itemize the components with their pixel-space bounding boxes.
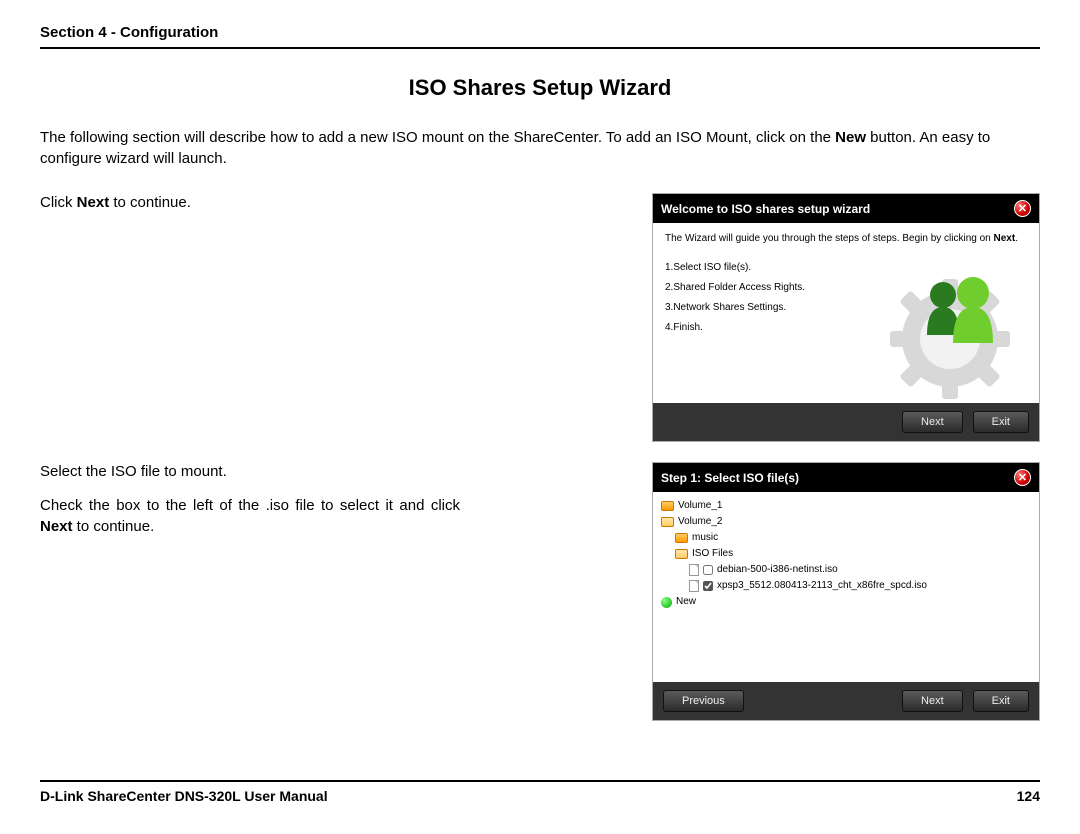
exit-button[interactable]: Exit xyxy=(973,690,1029,712)
page-title: ISO Shares Setup Wizard xyxy=(40,75,1040,101)
tree-item-label: debian-500-i386-netinst.iso xyxy=(717,562,838,578)
tree-item-label: Volume_1 xyxy=(678,498,722,514)
previous-button[interactable]: Previous xyxy=(663,690,744,712)
wizard-title: Step 1: Select ISO file(s) xyxy=(661,471,799,485)
step-block-1: Click Next to continue. Welcome to ISO s… xyxy=(40,193,1040,442)
tree-item-label: music xyxy=(692,530,718,546)
file-icon xyxy=(689,580,699,592)
close-icon[interactable]: ✕ xyxy=(1014,469,1031,486)
tree-item[interactable]: music xyxy=(661,530,1031,546)
wizard-title: Welcome to ISO shares setup wizard xyxy=(661,202,870,216)
tree-item[interactable]: New xyxy=(661,594,1031,610)
tree-item[interactable]: Volume_2 xyxy=(661,514,1031,530)
wizard-select-iso-dialog: Step 1: Select ISO file(s) ✕ Volume_1Vol… xyxy=(652,462,1040,721)
next-button[interactable]: Next xyxy=(902,690,963,712)
wizard-footer: Next Exit xyxy=(653,403,1039,441)
folder-icon xyxy=(675,533,688,543)
tree-item[interactable]: xpsp3_5512.080413-2113_cht_x86fre_spcd.i… xyxy=(661,578,1031,594)
file-tree: Volume_1Volume_2musicISO Filesdebian-500… xyxy=(653,492,1039,682)
tree-item[interactable]: ISO Files xyxy=(661,546,1031,562)
intro-paragraph: The following section will describe how … xyxy=(40,127,1040,169)
instruction-check-box: Check the box to the left of the .iso fi… xyxy=(40,496,460,537)
folder-icon xyxy=(661,501,674,511)
close-icon[interactable]: ✕ xyxy=(1014,200,1031,217)
gear-people-icon xyxy=(875,259,1025,399)
intro-text-prefix: The following section will describe how … xyxy=(40,129,835,146)
exit-button[interactable]: Exit xyxy=(973,411,1029,433)
wizard-welcome-dialog: Welcome to ISO shares setup wizard ✕ The… xyxy=(652,193,1040,442)
tree-item-label: ISO Files xyxy=(692,546,733,562)
tree-item-label: Volume_2 xyxy=(678,514,722,530)
iso-checkbox[interactable] xyxy=(703,565,713,575)
new-icon xyxy=(661,597,672,608)
tree-item-label: xpsp3_5512.080413-2113_cht_x86fre_spcd.i… xyxy=(717,578,927,594)
tree-item[interactable]: debian-500-i386-netinst.iso xyxy=(661,562,1031,578)
tree-item-label: New xyxy=(676,594,696,610)
page-number: 124 xyxy=(1017,788,1040,804)
step-block-2: Select the ISO file to mount. Check the … xyxy=(40,462,1040,721)
iso-checkbox[interactable] xyxy=(703,581,713,591)
folder-open-icon xyxy=(661,517,674,527)
wizard-header: Welcome to ISO shares setup wizard ✕ xyxy=(653,194,1039,223)
instruction-select-iso: Select the ISO file to mount. xyxy=(40,462,460,482)
wizard-footer: Previous Next Exit xyxy=(653,682,1039,720)
file-icon xyxy=(689,564,699,576)
wizard-intro-text: The Wizard will guide you through the st… xyxy=(665,233,1027,244)
folder-open-icon xyxy=(675,549,688,559)
manual-title: D-Link ShareCenter DNS-320L User Manual xyxy=(40,788,328,804)
instruction-click-next: Click Next to continue. xyxy=(40,193,460,213)
next-button[interactable]: Next xyxy=(902,411,963,433)
wizard-header: Step 1: Select ISO file(s) ✕ xyxy=(653,463,1039,492)
page-footer: D-Link ShareCenter DNS-320L User Manual … xyxy=(40,780,1040,804)
section-header: Section 4 - Configuration xyxy=(40,24,1040,49)
tree-item[interactable]: Volume_1 xyxy=(661,498,1031,514)
intro-bold-new: New xyxy=(835,129,866,146)
